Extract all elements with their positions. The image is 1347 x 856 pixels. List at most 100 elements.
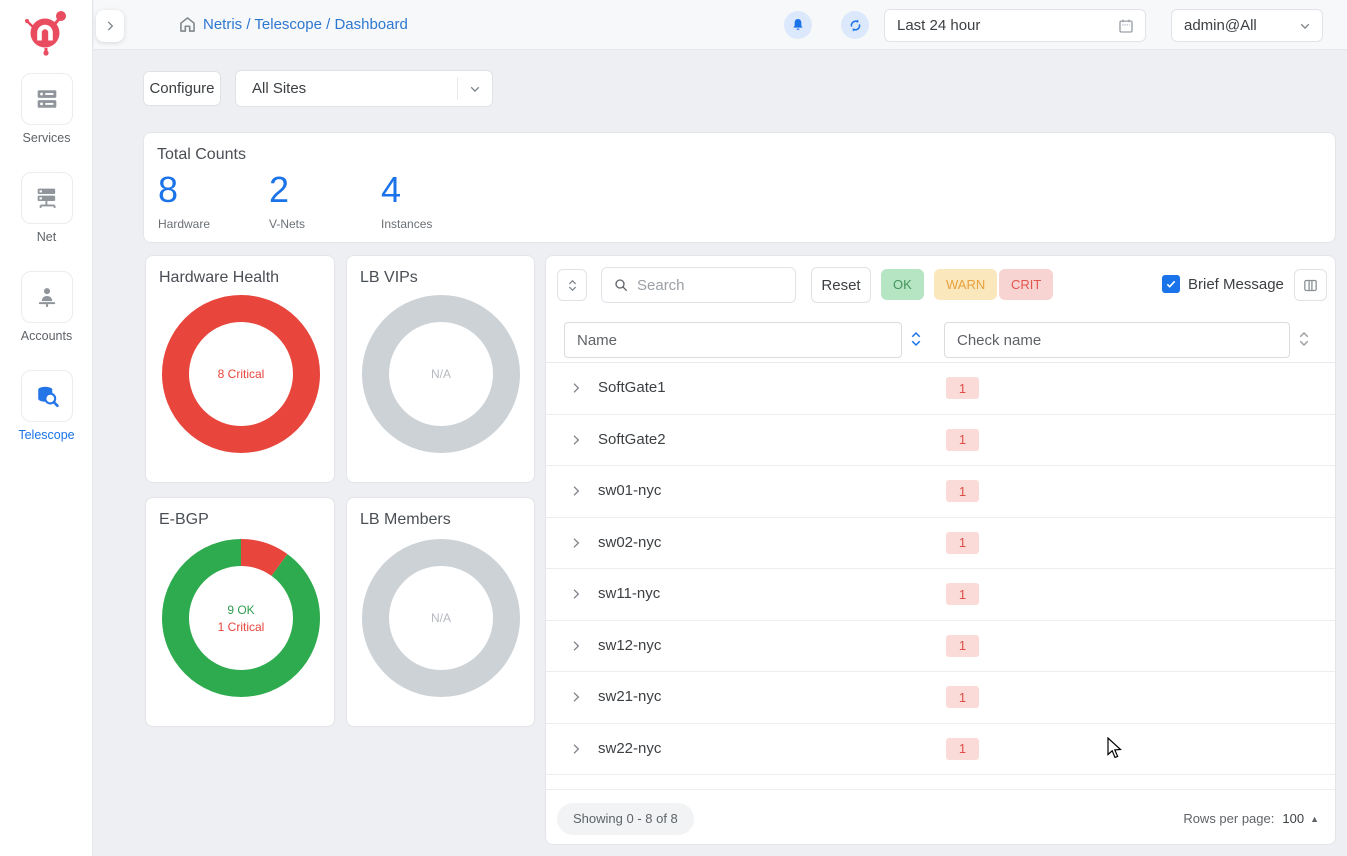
rows-per-page-control[interactable]: Rows per page: 100 ▲ — [1183, 811, 1319, 826]
check-count-badge: 1 — [946, 738, 979, 760]
row-expand-icon[interactable] — [568, 586, 584, 602]
breadcrumb[interactable]: Netris / Telescope / Dashboard — [203, 16, 408, 33]
ebgp-donut-chart[interactable]: 9 OK 1 Critical — [161, 538, 321, 698]
row-name: sw22-nyc — [598, 740, 661, 757]
bell-icon — [790, 17, 806, 33]
row-expand-icon[interactable] — [568, 638, 584, 654]
time-range-input[interactable] — [897, 17, 1117, 34]
sort-check-name-icon[interactable] — [1295, 328, 1313, 350]
search-input[interactable] — [637, 277, 795, 294]
sidebar-item-telescope[interactable]: Telescope — [0, 370, 93, 442]
row-name: sw12-nyc — [598, 637, 661, 654]
table-empty-strip — [546, 775, 1335, 790]
row-name: sw01-nyc — [598, 482, 661, 499]
row-expand-icon[interactable] — [568, 483, 584, 499]
table-row[interactable]: sw22-nyc 1 — [546, 724, 1335, 776]
table-row[interactable]: sw11-nyc 1 — [546, 569, 1335, 621]
brief-message-checkbox[interactable] — [1162, 275, 1180, 293]
brief-message-toggle[interactable]: Brief Message — [1162, 275, 1284, 293]
ebgp-card: E-BGP 9 OK 1 Critical — [145, 497, 335, 727]
filter-warn-button[interactable]: WARN — [934, 269, 997, 300]
netris-dashboard-page: Services Net — [0, 0, 1347, 856]
sidebar-item-services[interactable]: Services — [0, 73, 93, 145]
donut-center-text: 8 Critical — [218, 367, 265, 381]
filter-ok-button[interactable]: OK — [881, 269, 924, 300]
sidebar-item-accounts[interactable]: Accounts — [0, 271, 93, 343]
rows-per-page-value[interactable]: 100 — [1282, 811, 1304, 826]
refresh-button[interactable] — [841, 11, 869, 39]
expand-collapse-icon — [565, 278, 580, 293]
donut-center-text: N/A — [431, 611, 451, 625]
calendar-icon[interactable] — [1117, 17, 1135, 35]
table-row[interactable]: sw01-nyc 1 — [546, 466, 1335, 518]
person-icon — [33, 283, 61, 311]
check-count-badge: 1 — [946, 635, 979, 657]
sync-icon — [847, 17, 864, 34]
configure-button[interactable]: Configure — [143, 71, 221, 106]
sites-select[interactable]: All Sites — [235, 70, 493, 107]
search-icon — [613, 277, 629, 293]
donut-center-text: N/A — [431, 367, 451, 381]
user-scope-select[interactable]: admin@All — [1171, 9, 1323, 42]
table-row[interactable]: SoftGate1 1 — [546, 363, 1335, 415]
lb-vips-donut-chart[interactable]: N/A — [361, 294, 521, 454]
sites-select-value: All Sites — [236, 80, 457, 97]
table-row[interactable]: SoftGate2 1 — [546, 415, 1335, 467]
stat-instances-value[interactable]: 4 — [381, 171, 491, 209]
rows-per-page-label: Rows per page: — [1183, 811, 1274, 826]
row-expand-icon[interactable] — [568, 741, 584, 757]
netris-logo-icon[interactable] — [20, 6, 72, 58]
top-header: Netris / Telescope / Dashboard — [94, 0, 1347, 50]
sidebar-item-net[interactable]: Net — [0, 172, 93, 244]
row-expand-icon[interactable] — [568, 432, 584, 448]
check-count-badge: 1 — [946, 429, 979, 451]
table-row[interactable]: sw02-nyc 1 — [546, 518, 1335, 570]
network-icon — [33, 184, 61, 212]
table-row[interactable]: sw12-nyc 1 — [546, 621, 1335, 673]
row-expand-icon[interactable] — [568, 689, 584, 705]
row-expand-icon[interactable] — [568, 535, 584, 551]
check-count-badge: 1 — [946, 686, 979, 708]
sidebar-collapse-button[interactable] — [96, 10, 124, 42]
stat-instances-label: Instances — [381, 217, 491, 231]
sort-name-icon[interactable] — [907, 328, 925, 350]
check-count-badge: 1 — [946, 377, 979, 399]
name-column-filter[interactable]: Name — [564, 322, 902, 358]
column-settings-button[interactable] — [1294, 269, 1327, 301]
lb-members-card: LB Members N/A — [346, 497, 535, 727]
stat-hardware: 8 Hardware — [158, 171, 268, 231]
hardware-health-card: Hardware Health 8 Critical — [145, 255, 335, 483]
sidebar-item-label: Services — [0, 131, 93, 145]
chevron-down-icon — [468, 82, 482, 96]
check-name-column-filter[interactable]: Check name — [944, 322, 1290, 358]
chart-title: LB Members — [360, 511, 451, 529]
table-row[interactable]: sw21-nyc 1 — [546, 672, 1335, 724]
table-body: SoftGate1 1 SoftGate2 1 sw01-nyc 1 sw02-… — [546, 363, 1335, 790]
showing-count: Showing 0 - 8 of 8 — [557, 803, 694, 835]
reset-button[interactable]: Reset — [811, 267, 871, 303]
lb-vips-card: LB VIPs N/A — [346, 255, 535, 483]
search-field[interactable] — [601, 267, 796, 303]
brief-message-label: Brief Message — [1188, 276, 1284, 293]
chart-title: Hardware Health — [159, 269, 279, 287]
stat-vnets-value[interactable]: 2 — [269, 171, 379, 209]
row-name: sw11-nyc — [598, 585, 660, 602]
expand-all-button[interactable] — [557, 269, 587, 301]
stat-hardware-value[interactable]: 8 — [158, 171, 268, 209]
notifications-button[interactable] — [784, 11, 812, 39]
user-scope-value: admin@All — [1184, 17, 1298, 34]
stat-vnets: 2 V-Nets — [269, 171, 379, 231]
filter-crit-button[interactable]: CRIT — [999, 269, 1053, 300]
columns-icon — [1302, 277, 1319, 294]
stat-vnets-label: V-Nets — [269, 217, 379, 231]
sidebar-item-label: Accounts — [0, 329, 93, 343]
servers-icon — [33, 85, 61, 113]
home-icon[interactable] — [177, 14, 198, 35]
total-counts-card: Total Counts 8 Hardware 2 V-Nets 4 Insta… — [143, 132, 1336, 243]
hardware-health-donut-chart[interactable]: 8 Critical — [161, 294, 321, 454]
row-expand-icon[interactable] — [568, 380, 584, 396]
time-range-field[interactable] — [884, 9, 1146, 42]
table-footer: Showing 0 - 8 of 8 Rows per page: 100 ▲ — [546, 794, 1335, 844]
table-header-row: Name Check name — [546, 314, 1335, 363]
lb-members-donut-chart[interactable]: N/A — [361, 538, 521, 698]
